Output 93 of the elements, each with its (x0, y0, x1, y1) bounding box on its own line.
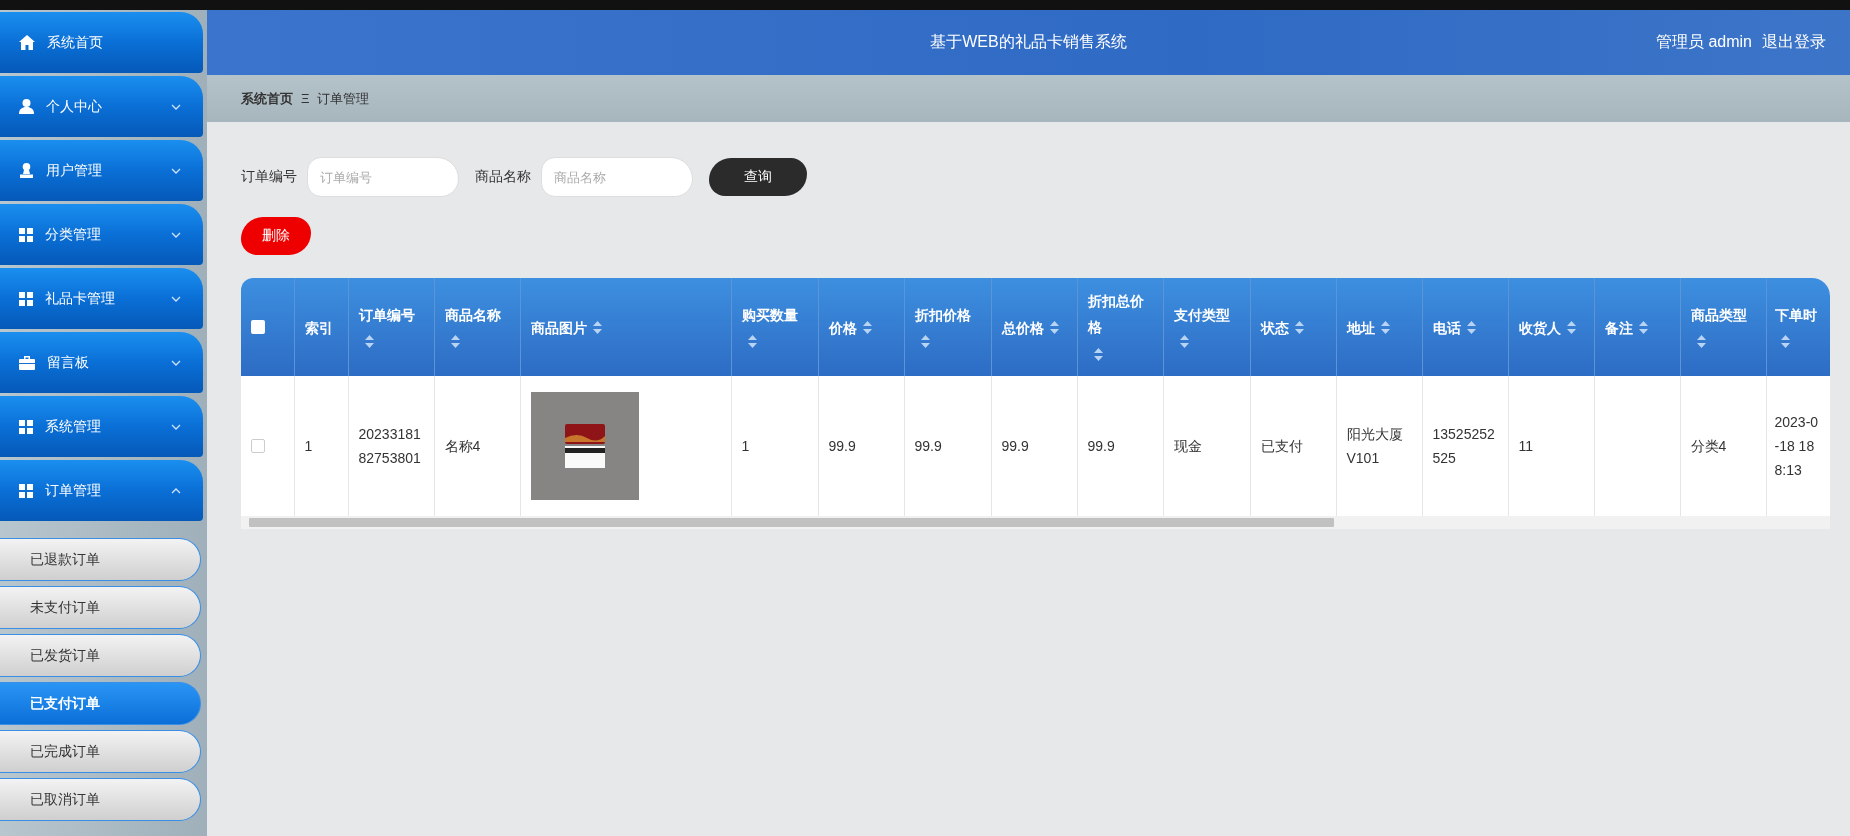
sidebar-menu-item[interactable]: 礼品卡管理 (0, 268, 203, 329)
chevron-down-icon (171, 167, 181, 174)
sidebar-menu-item[interactable]: 订单管理 (0, 460, 203, 521)
logout-link[interactable]: 退出登录 (1762, 32, 1826, 53)
column-header: 商品图片 (530, 318, 587, 338)
chevron-down-icon (171, 423, 181, 430)
submenu-item[interactable]: 已取消订单 (0, 778, 201, 821)
table-cell-text: 99.9 (914, 438, 942, 454)
column-header: 价格 (828, 318, 857, 338)
system-title: 基于WEB的礼品卡销售系统 (930, 33, 1127, 50)
sort-icon[interactable] (450, 335, 460, 349)
table-cell-text: 阳光大厦V101 (1346, 426, 1403, 466)
column-header: 折扣总价格 (1087, 292, 1145, 337)
table-cell-text: 分类4 (1690, 438, 1727, 454)
table-cell-text: 1 (304, 438, 313, 454)
sort-icon[interactable] (747, 335, 757, 349)
home-icon (19, 35, 35, 50)
row-checkbox[interactable] (251, 439, 265, 453)
sort-icon[interactable] (1466, 321, 1476, 335)
column-header: 商品类型 (1690, 305, 1747, 325)
column-header: 下单时 (1774, 305, 1817, 325)
column-header: 订单编号 (358, 305, 415, 325)
sort-icon[interactable] (1638, 321, 1648, 335)
horizontal-scrollbar[interactable] (241, 516, 1830, 529)
grid-icon (19, 291, 33, 306)
sort-icon[interactable] (592, 321, 602, 335)
delete-button[interactable]: 删除 (241, 217, 311, 255)
table-cell-text: 99.9 (1001, 438, 1029, 454)
submenu-item[interactable]: 未支付订单 (0, 586, 201, 629)
sort-icon[interactable] (364, 335, 374, 349)
table-cell-text: 2023-0 -18 18 8:13 (1774, 414, 1819, 478)
table-cell-text: 99.9 (828, 438, 856, 454)
column-header: 备注 (1604, 318, 1633, 338)
chevron-up-icon (171, 487, 181, 494)
sidebar-menu-item[interactable]: 分类管理 (0, 204, 203, 265)
sidebar-menu-item[interactable]: 留言板 (0, 332, 203, 393)
sort-icon[interactable] (920, 335, 930, 349)
sidebar-menu-item[interactable]: 系统管理 (0, 396, 203, 457)
sort-icon[interactable] (1093, 347, 1103, 361)
search-field[interactable]: 商品名称 (541, 157, 693, 197)
submenu-item[interactable]: 已发货订单 (0, 634, 201, 677)
column-header: 支付类型 (1173, 305, 1230, 325)
submenu-item[interactable]: 已支付订单 (0, 682, 201, 725)
sort-icon[interactable] (1049, 321, 1059, 335)
scrollbar-thumb[interactable] (249, 518, 1334, 527)
user-icon (19, 99, 34, 114)
column-header: 索引 (304, 318, 333, 338)
submenu-item[interactable]: 已退款订单 (0, 538, 201, 581)
admin-label: 管理员 admin (1655, 32, 1752, 52)
submenu-item[interactable]: 已完成订单 (0, 730, 201, 773)
table-cell-text: 名称4 (444, 438, 481, 454)
breadcrumb-link[interactable]: 系统首页 (241, 89, 293, 108)
sort-icon[interactable] (1380, 321, 1390, 335)
table-cell-text: 11 (1518, 438, 1534, 454)
grid-icon (19, 227, 33, 242)
table-cell-text: 1 (741, 438, 750, 454)
sort-icon[interactable] (1566, 321, 1576, 335)
column-header: 收货人 (1518, 318, 1561, 338)
chevron-down-icon (171, 231, 181, 238)
chevron-down-icon (171, 103, 181, 110)
sort-icon[interactable] (862, 321, 872, 335)
table-cell-text: 13525252525 (1432, 426, 1495, 466)
table-cell-text: 2023318182753801 (358, 426, 421, 466)
user-stamp-icon (19, 163, 34, 178)
table-cell-text: 已支付 (1260, 438, 1303, 454)
search-button[interactable]: 查询 (709, 158, 807, 196)
column-header: 电话 (1432, 318, 1461, 338)
chevron-down-icon (171, 295, 181, 302)
sidebar-menu-item[interactable]: 用户管理 (0, 140, 203, 201)
search-field[interactable]: 订单编号 (307, 157, 459, 197)
column-header: 购买数量 (741, 305, 798, 325)
grid-icon (19, 483, 33, 498)
grid-icon (19, 419, 33, 434)
breadcrumb-separator: Ξ (301, 91, 310, 106)
table-cell-text: 现金 (1173, 438, 1202, 454)
field-label: 商品名称 (475, 168, 531, 186)
sort-icon[interactable] (1780, 335, 1790, 349)
sort-icon[interactable] (1294, 321, 1304, 335)
column-header: 折扣价格 (914, 305, 971, 325)
breadcrumb-link[interactable]: 订单管理 (317, 89, 370, 108)
sort-icon[interactable] (1696, 335, 1706, 349)
column-header: 商品名称 (444, 305, 501, 325)
sidebar-menu-item[interactable]: 个人中心 (0, 76, 203, 137)
column-header: 总价格 (1001, 318, 1044, 338)
column-header: 地址 (1346, 318, 1375, 338)
table-cell-text: 99.9 (1087, 438, 1115, 454)
sidebar-menu-item[interactable]: 系统首页 (0, 12, 203, 73)
sort-icon[interactable] (1179, 335, 1189, 349)
select-all-checkbox[interactable] (251, 320, 265, 334)
column-header: 状态 (1260, 318, 1289, 338)
field-label: 订单编号 (241, 168, 297, 186)
briefcase-icon (19, 355, 35, 370)
chevron-down-icon (171, 359, 181, 366)
